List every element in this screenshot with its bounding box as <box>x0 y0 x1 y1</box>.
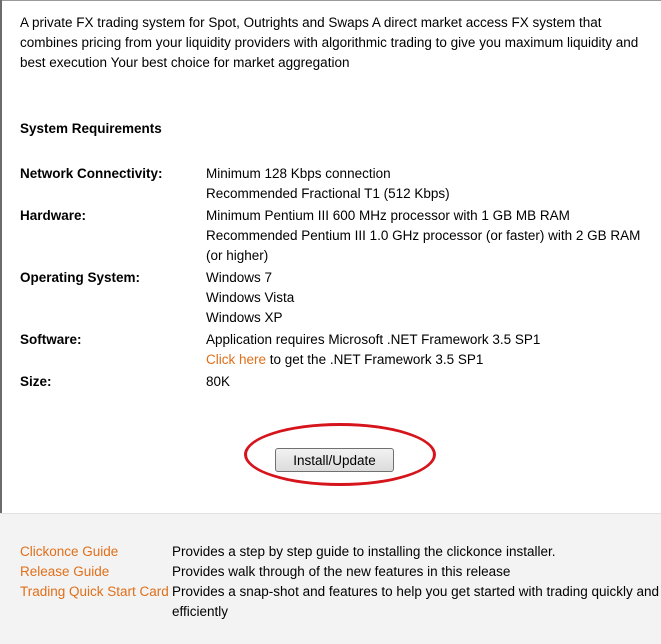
content-panel: A private FX trading system for Spot, Ou… <box>20 13 660 389</box>
req-line: Windows XP <box>206 310 283 325</box>
req-row-network: Network Connectivity: Minimum 128 Kbps c… <box>20 164 660 204</box>
req-line: Minimum 128 Kbps connection <box>206 166 391 181</box>
release-guide-link[interactable]: Release Guide <box>20 564 109 579</box>
req-line: Click here to get the .NET Framework 3.5… <box>206 350 658 370</box>
dotnet-download-link[interactable]: Click here <box>206 352 266 367</box>
req-label: Software: <box>20 332 82 347</box>
section-title: System Requirements <box>20 121 162 136</box>
req-label: Network Connectivity: <box>20 166 163 181</box>
guide-row: Release Guide Provides walk through of t… <box>20 562 660 582</box>
guide-description: Provides a step by step guide to install… <box>172 544 556 559</box>
clickonce-guide-link[interactable]: Clickonce Guide <box>20 544 118 559</box>
req-line: Minimum Pentium III 600 MHz processor wi… <box>206 208 570 223</box>
guide-description: Provides walk through of the new feature… <box>172 564 511 579</box>
product-description: A private FX trading system for Spot, Ou… <box>20 15 639 70</box>
frame-left-border <box>0 0 2 513</box>
install-update-button[interactable]: Install/Update <box>275 448 394 472</box>
guide-row: Trading Quick Start Card Provides a snap… <box>20 582 660 622</box>
req-line: Recommended Pentium III 1.0 GHz processo… <box>206 228 641 263</box>
req-label: Size: <box>20 374 52 389</box>
req-row-os: Operating System: Windows 7 Windows Vist… <box>20 268 660 328</box>
req-value: Minimum 128 Kbps connection Recommended … <box>206 164 658 204</box>
req-row-size: Size: 80K <box>20 372 660 392</box>
req-label: Hardware: <box>20 208 87 223</box>
frame-top-border <box>0 0 661 1</box>
req-line-text: to get the .NET Framework 3.5 SP1 <box>266 352 484 367</box>
req-row-software: Software: Application requires Microsoft… <box>20 330 660 370</box>
req-label: Operating System: <box>20 270 141 285</box>
req-value: Application requires Microsoft .NET Fram… <box>206 330 658 370</box>
req-line: Windows Vista <box>206 290 295 305</box>
req-line: Windows 7 <box>206 270 273 285</box>
req-line: Application requires Microsoft .NET Fram… <box>206 332 541 347</box>
req-value: Minimum Pentium III 600 MHz processor wi… <box>206 206 658 266</box>
guides-list: Clickonce Guide Provides a step by step … <box>20 542 660 622</box>
guide-description: Provides a snap-shot and features to hel… <box>172 584 660 619</box>
req-value: Windows 7 Windows Vista Windows XP <box>206 268 658 328</box>
guides-footer: Clickonce Guide Provides a step by step … <box>0 513 661 644</box>
guide-row: Clickonce Guide Provides a step by step … <box>20 542 660 562</box>
req-line: Recommended Fractional T1 (512 Kbps) <box>206 186 450 201</box>
req-value: 80K <box>206 374 231 389</box>
trading-quick-start-link[interactable]: Trading Quick Start Card <box>20 584 169 599</box>
req-row-hardware: Hardware: Minimum Pentium III 600 MHz pr… <box>20 206 660 266</box>
requirements-table: Network Connectivity: Minimum 128 Kbps c… <box>20 164 660 394</box>
